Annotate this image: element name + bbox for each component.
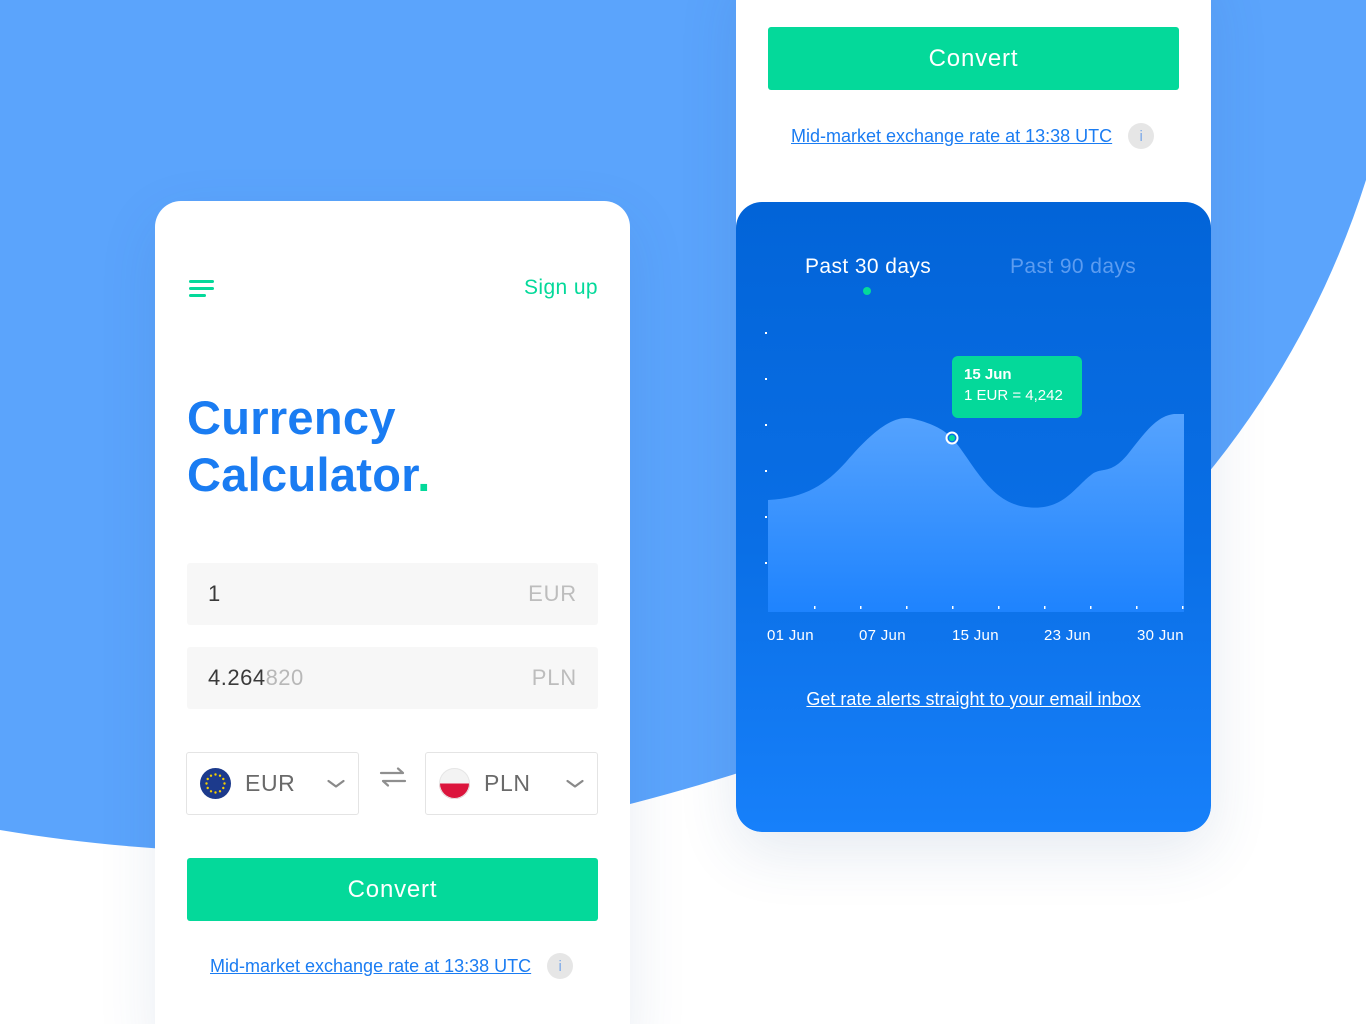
eu-flag-icon — [200, 768, 231, 799]
title-dot: . — [417, 448, 431, 501]
amount-input[interactable]: 1 EUR — [187, 563, 598, 625]
title-line-2: Calculator — [187, 448, 418, 501]
chart-tooltip: 15 Jun 1 EUR = 4,242 — [952, 356, 1082, 418]
rate-chart-panel: Past 30 days Past 90 days 15 Jun 1 EUR =… — [736, 202, 1211, 832]
calculator-screen: Sign up Currency Calculator. 1 EUR 4.264… — [155, 201, 630, 1024]
title-line-1: Currency — [187, 391, 396, 444]
hamburger-menu-icon[interactable] — [189, 277, 217, 301]
result-value: 4.264820 — [208, 665, 304, 691]
result-currency-label: PLN — [531, 665, 577, 690]
from-currency-code: EUR — [245, 770, 296, 796]
mid-market-rate-link[interactable]: Mid-market exchange rate at 13:38 UTC — [210, 956, 531, 977]
tooltip-date: 15 Jun — [964, 366, 1012, 383]
x-tick-label: 15 Jun — [952, 627, 999, 644]
to-currency-code: PLN — [484, 770, 531, 796]
from-currency-select[interactable]: EUR — [186, 752, 359, 815]
info-icon[interactable]: i — [1128, 123, 1155, 149]
amount-value[interactable]: 1 — [208, 581, 221, 607]
rate-history-screen: Convert Mid-market exchange rate at 13:3… — [736, 0, 1211, 832]
to-currency-select[interactable]: PLN — [425, 752, 598, 815]
x-tick-label: 07 Jun — [859, 627, 906, 644]
tooltip-rate: 1 EUR = 4,242 — [964, 387, 1063, 404]
result-value-main: 4.264 — [208, 665, 266, 690]
rate-alerts-link[interactable]: Get rate alerts straight to your email i… — [736, 689, 1211, 710]
convert-button[interactable]: Convert — [768, 27, 1179, 90]
mid-market-rate-link[interactable]: Mid-market exchange rate at 13:38 UTC — [791, 126, 1112, 147]
rate-area — [768, 414, 1184, 612]
info-icon[interactable]: i — [547, 953, 574, 979]
sign-up-link[interactable]: Sign up — [524, 276, 598, 300]
x-tick-label: 30 Jun — [1137, 627, 1184, 644]
swap-arrows-icon[interactable] — [379, 766, 407, 788]
chevron-down-icon — [327, 779, 345, 788]
poland-flag-icon — [439, 768, 470, 799]
y-axis-ticks — [765, 332, 767, 564]
exchange-rate-info: Mid-market exchange rate at 13:38 UTC i — [791, 123, 1155, 149]
page-title: Currency Calculator. — [187, 389, 431, 503]
x-tick-label: 01 Jun — [767, 627, 814, 644]
chevron-down-icon — [566, 779, 584, 788]
result-value-decimals: 820 — [265, 665, 304, 690]
convert-button[interactable]: Convert — [187, 858, 598, 921]
rate-area-chart — [765, 332, 1184, 612]
amount-currency-label: EUR — [528, 581, 577, 606]
exchange-rate-info: Mid-market exchange rate at 13:38 UTC i — [210, 953, 574, 979]
result-output[interactable]: 4.264820 PLN — [187, 647, 598, 709]
x-tick-label: 23 Jun — [1044, 627, 1091, 644]
